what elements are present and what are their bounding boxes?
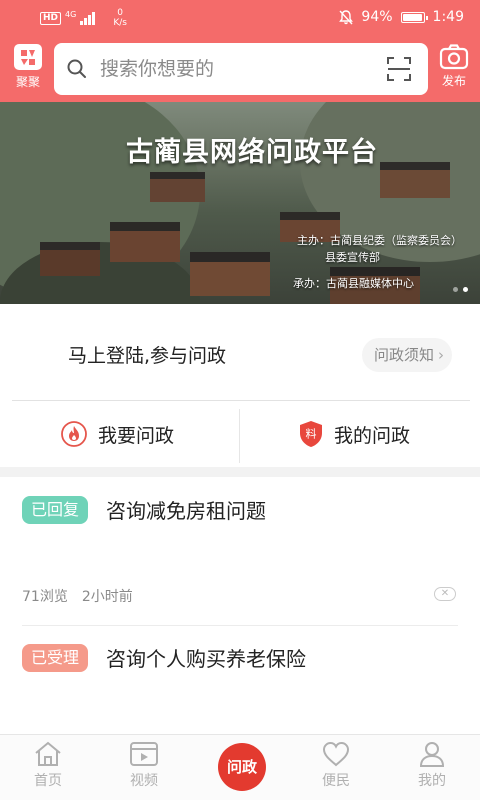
- clock: 1:49: [432, 9, 464, 25]
- camera-icon: [439, 44, 469, 70]
- status-badge: 已回复: [22, 496, 89, 524]
- speed-unit: K/s: [113, 18, 127, 28]
- close-icon[interactable]: ✕: [434, 587, 456, 601]
- publish-label: 发布: [441, 74, 466, 88]
- battery-icon: [400, 11, 428, 23]
- banner-organizer: 承办：古蔺县融媒体中心: [293, 277, 414, 290]
- battery-percent: 94%: [361, 9, 393, 25]
- search-bar[interactable]: [54, 43, 428, 95]
- post-meta: 71浏览 2小时前: [22, 586, 133, 606]
- banner-host-line2: 县委宣传部: [325, 251, 380, 264]
- nav-service[interactable]: 便民: [296, 735, 376, 800]
- shield-icon: 料: [300, 421, 322, 447]
- nav-home-label: 首页: [34, 773, 62, 789]
- banner-house: [190, 252, 270, 296]
- logo-label: 聚聚: [15, 75, 40, 89]
- carousel-dot[interactable]: [463, 287, 468, 292]
- nav-service-label: 便民: [322, 773, 350, 789]
- heart-icon: [322, 741, 350, 767]
- shield-char: 料: [306, 427, 317, 441]
- network-speed: 0 K/s: [113, 8, 127, 28]
- notice-label: 问政须知: [374, 346, 435, 364]
- section-gap: [0, 467, 480, 477]
- nav-mine[interactable]: 我的: [392, 735, 472, 800]
- post-title: 咨询减免房租问题: [106, 499, 266, 523]
- nav-center-button[interactable]: 问政: [218, 743, 266, 791]
- banner-carousel[interactable]: 古蔺县网络问政平台 主办：古蔺县纪委（监察委员会） 县委宣传部 承办：古蔺县融媒…: [0, 102, 480, 304]
- app-header: 聚聚 发布: [0, 36, 480, 102]
- action-separator: [239, 409, 240, 463]
- scan-icon[interactable]: [386, 56, 412, 82]
- my-questions-label: 我的问政: [334, 424, 411, 447]
- user-icon: [419, 742, 445, 767]
- notice-button[interactable]: 问政须知 ›: [362, 338, 452, 372]
- banner-house: [380, 162, 450, 198]
- login-prompt[interactable]: 马上登陆,参与问政: [68, 341, 226, 368]
- banner-house: [150, 172, 205, 202]
- mute-icon: [339, 9, 354, 24]
- carousel-dots: [453, 287, 468, 292]
- nav-video[interactable]: 视频: [104, 735, 184, 800]
- publish-button[interactable]: 发布: [436, 44, 472, 94]
- action-row: 我要问政 料 我的问政: [0, 401, 480, 467]
- banner-title: 古蔺县网络问政平台: [126, 137, 378, 168]
- post-title: 咨询个人购买养老保险: [106, 647, 306, 671]
- status-bar: HD 4G 0 K/s 94% 1:49: [0, 0, 480, 36]
- banner-host-line1: 主办：古蔺县纪委（监察委员会）: [297, 234, 462, 247]
- status-left: HD 4G 0 K/s: [40, 8, 127, 28]
- nav-home[interactable]: 首页: [8, 735, 88, 800]
- network-type: 4G: [65, 10, 77, 19]
- banner-house: [110, 222, 180, 262]
- my-questions-button[interactable]: 料 我的问政: [298, 401, 410, 467]
- search-input[interactable]: [100, 43, 370, 95]
- status-right: 94% 1:49: [339, 9, 464, 25]
- home-icon: [35, 741, 61, 766]
- logo-button[interactable]: 聚聚: [10, 44, 46, 94]
- fire-icon: [61, 421, 87, 447]
- search-icon: [67, 59, 86, 78]
- speed-value: 0: [117, 8, 123, 18]
- carousel-dot[interactable]: [453, 287, 458, 292]
- chevron-right-icon: ›: [438, 346, 444, 364]
- ask-question-button[interactable]: 我要问政: [60, 401, 174, 467]
- juju-logo-icon: [14, 44, 42, 70]
- video-icon: [130, 742, 158, 766]
- post-time: 2小时前: [81, 589, 133, 605]
- nav-video-label: 视频: [130, 773, 158, 789]
- banner-house: [40, 242, 100, 276]
- list-item[interactable]: 已回复 咨询减免房租问题 71浏览 2小时前 ✕: [0, 477, 480, 625]
- status-badge: 已受理: [22, 644, 89, 672]
- bottom-nav: 首页 视频 问政 便民 我的: [0, 734, 480, 800]
- list-item[interactable]: 已受理 咨询个人购买养老保险: [0, 626, 480, 734]
- hd-badge: HD: [40, 11, 62, 25]
- view-count: 71浏览: [22, 589, 68, 605]
- nav-mine-label: 我的: [418, 773, 446, 789]
- ask-question-label: 我要问政: [98, 424, 175, 447]
- login-row: 马上登陆,参与问政 问政须知 ›: [0, 304, 480, 400]
- signal-icon: [80, 11, 96, 25]
